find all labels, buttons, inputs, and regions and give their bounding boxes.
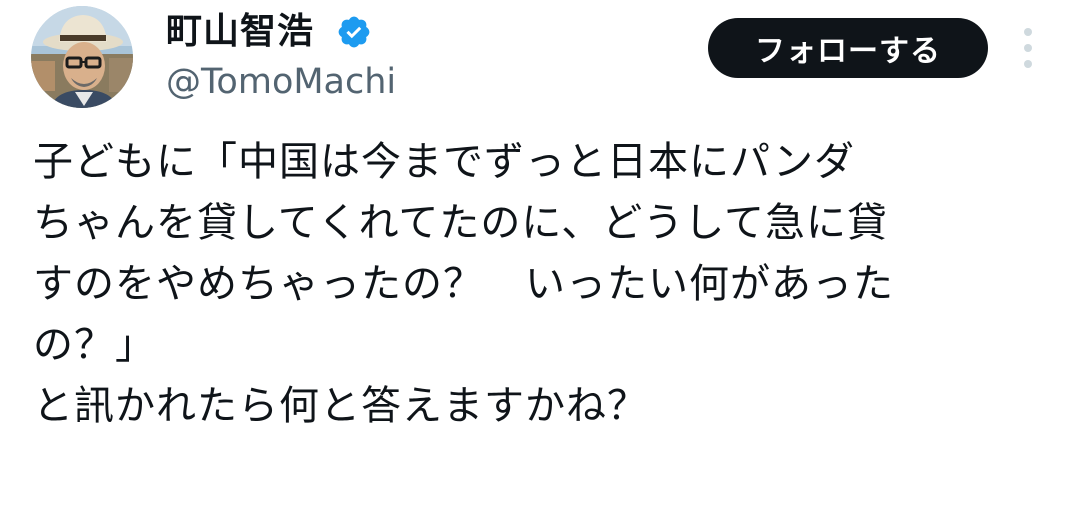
more-options-icon[interactable]	[1016, 28, 1040, 68]
more-dot	[1024, 44, 1032, 52]
tweet-text-line: 子どもに「中国は今までずっと日本にパンダ	[33, 139, 855, 185]
tweet-text-line: の？」	[33, 322, 156, 368]
verified-badge-icon	[338, 16, 370, 48]
tweet-text-line: と訊かれたら何と答えますかね？	[33, 383, 648, 429]
author-handle[interactable]: @TomoMachi	[166, 58, 396, 106]
more-dot	[1024, 28, 1032, 36]
tweet-text: 子どもに「中国は今までずっと日本にパンダ ちゃんを貸してくれてたのに、どうして急…	[33, 132, 1053, 437]
tweet-text-line: すのをやめちゃったの？ いったい何があった	[33, 261, 894, 307]
follow-button[interactable]: フォローする	[708, 18, 988, 78]
tweet-text-line: ちゃんを貸してくれてたのに、どうして急に貸	[33, 200, 888, 246]
author-display-name[interactable]: 町山智浩	[166, 6, 314, 58]
avatar[interactable]	[31, 6, 133, 108]
avatar-photo	[31, 6, 133, 108]
more-dot	[1024, 60, 1032, 68]
